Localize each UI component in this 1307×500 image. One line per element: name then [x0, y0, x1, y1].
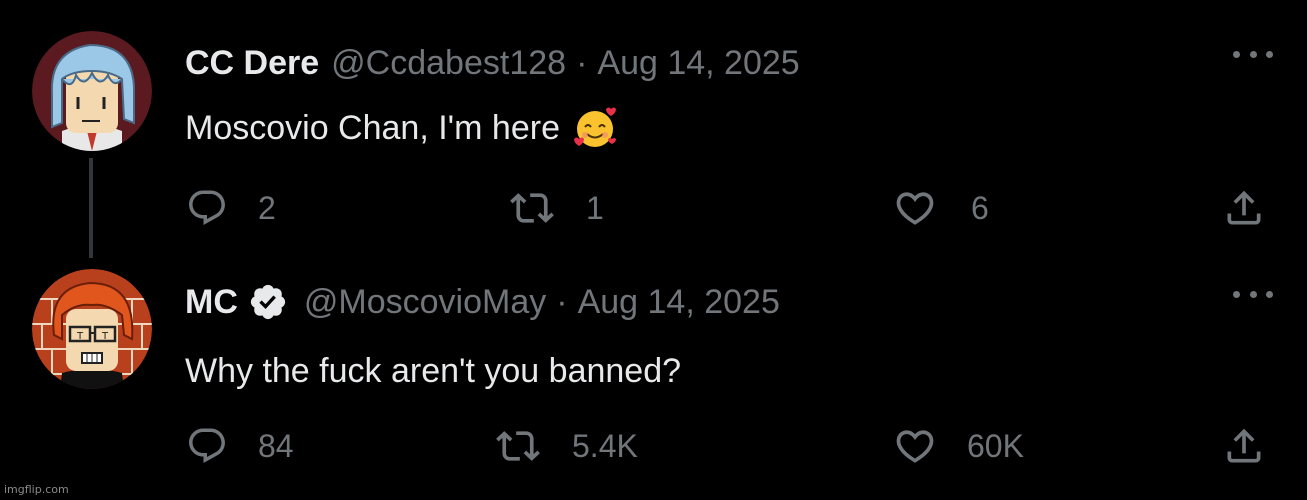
- timestamp[interactable]: Aug 14, 2025: [597, 44, 799, 83]
- share-button[interactable]: [1222, 183, 1266, 233]
- retweet-icon: [510, 186, 554, 230]
- more-options-icon[interactable]: [1233, 44, 1273, 64]
- heart-icon: [893, 186, 937, 230]
- handle[interactable]: @MoscovioMay: [304, 283, 546, 322]
- display-name[interactable]: MC: [185, 283, 238, 322]
- tweet-text: Moscovio Chan, I'm here: [185, 103, 618, 153]
- smiling-face-with-hearts-icon: [572, 105, 618, 151]
- tweet-text-content: Moscovio Chan, I'm here: [185, 108, 560, 147]
- retweet-button[interactable]: 5.4K: [496, 421, 638, 471]
- like-count: 6: [971, 189, 989, 226]
- like-button[interactable]: 6: [893, 183, 989, 233]
- action-bar: 2 1 6: [0, 183, 1307, 233]
- retweet-count: 1: [586, 189, 604, 226]
- like-button[interactable]: 60K: [893, 421, 1024, 471]
- svg-text:T: T: [101, 331, 109, 342]
- reply-count: 2: [258, 189, 276, 226]
- heart-icon: [893, 424, 937, 468]
- share-button[interactable]: [1222, 421, 1266, 471]
- tweet-text-content: Why the fuck aren't you banned?: [185, 351, 682, 390]
- tweet[interactable]: CC Dere @Ccdabest128 · Aug 14, 2025 Mosc…: [0, 0, 1307, 258]
- retweet-icon: [496, 424, 540, 468]
- verified-badge-icon: [248, 282, 288, 322]
- more-options-icon[interactable]: [1233, 284, 1273, 304]
- share-icon: [1222, 424, 1266, 468]
- watermark: imgflip.com: [4, 483, 69, 496]
- avatar[interactable]: [32, 31, 152, 151]
- action-bar: 84 5.4K 60K: [0, 421, 1307, 471]
- reply-icon: [186, 425, 228, 467]
- retweet-count: 5.4K: [572, 427, 638, 464]
- reply-button[interactable]: 84: [186, 421, 294, 471]
- tweet[interactable]: T T MC @MoscovioMay · Aug 14, 2025 Why t…: [0, 240, 1307, 500]
- tweet-header: CC Dere @Ccdabest128 · Aug 14, 2025: [185, 41, 800, 85]
- reply-count: 84: [258, 427, 294, 464]
- separator: ·: [576, 43, 588, 82]
- reply-button[interactable]: 2: [186, 183, 276, 233]
- avatar[interactable]: T T: [32, 269, 152, 389]
- like-count: 60K: [967, 427, 1024, 464]
- share-icon: [1222, 186, 1266, 230]
- separator: ·: [556, 282, 568, 321]
- reply-icon: [186, 187, 228, 229]
- retweet-button[interactable]: 1: [510, 183, 604, 233]
- svg-text:T: T: [76, 331, 84, 342]
- tweet-text: Why the fuck aren't you banned?: [185, 346, 681, 396]
- handle[interactable]: @Ccdabest128: [331, 44, 566, 83]
- display-name[interactable]: CC Dere: [185, 44, 319, 83]
- timestamp[interactable]: Aug 14, 2025: [578, 283, 780, 322]
- tweet-header: MC @MoscovioMay · Aug 14, 2025: [185, 280, 780, 324]
